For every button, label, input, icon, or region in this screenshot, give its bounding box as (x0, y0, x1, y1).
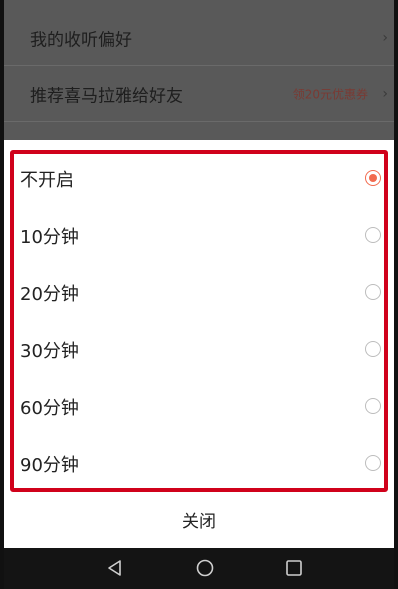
system-navigation-bar (0, 548, 398, 589)
list-item-listening-preference[interactable]: 我的收听偏好 › (0, 10, 398, 66)
sleep-timer-sheet: 不开启 10分钟 20分钟 30分钟 60分钟 90分钟 关闭 (0, 140, 398, 548)
settings-list-dimmed: 我的收听偏好 › 推荐喜马拉雅给好友 领20元优惠券 › (0, 0, 398, 140)
device-bezel-right (394, 0, 398, 589)
back-icon[interactable] (105, 558, 125, 578)
coupon-promo-text: 领20元优惠券 (292, 87, 368, 101)
device-bezel-left (0, 0, 4, 589)
chevron-right-icon: › (382, 29, 388, 46)
screen: 我的收听偏好 › 推荐喜马拉雅给好友 领20元优惠券 › 不开启 10分钟 20… (0, 0, 398, 589)
home-icon[interactable] (195, 558, 215, 578)
recent-apps-icon[interactable] (284, 558, 304, 578)
chevron-right-icon: › (382, 85, 388, 102)
list-item-label: 我的收听偏好 (30, 30, 132, 50)
list-item-label: 推荐喜马拉雅给好友 (30, 86, 183, 106)
list-item-recommend-friends[interactable]: 推荐喜马拉雅给好友 领20元优惠券 › (0, 66, 398, 122)
annotation-highlight-box (10, 150, 388, 492)
close-button[interactable]: 关闭 (0, 496, 398, 548)
